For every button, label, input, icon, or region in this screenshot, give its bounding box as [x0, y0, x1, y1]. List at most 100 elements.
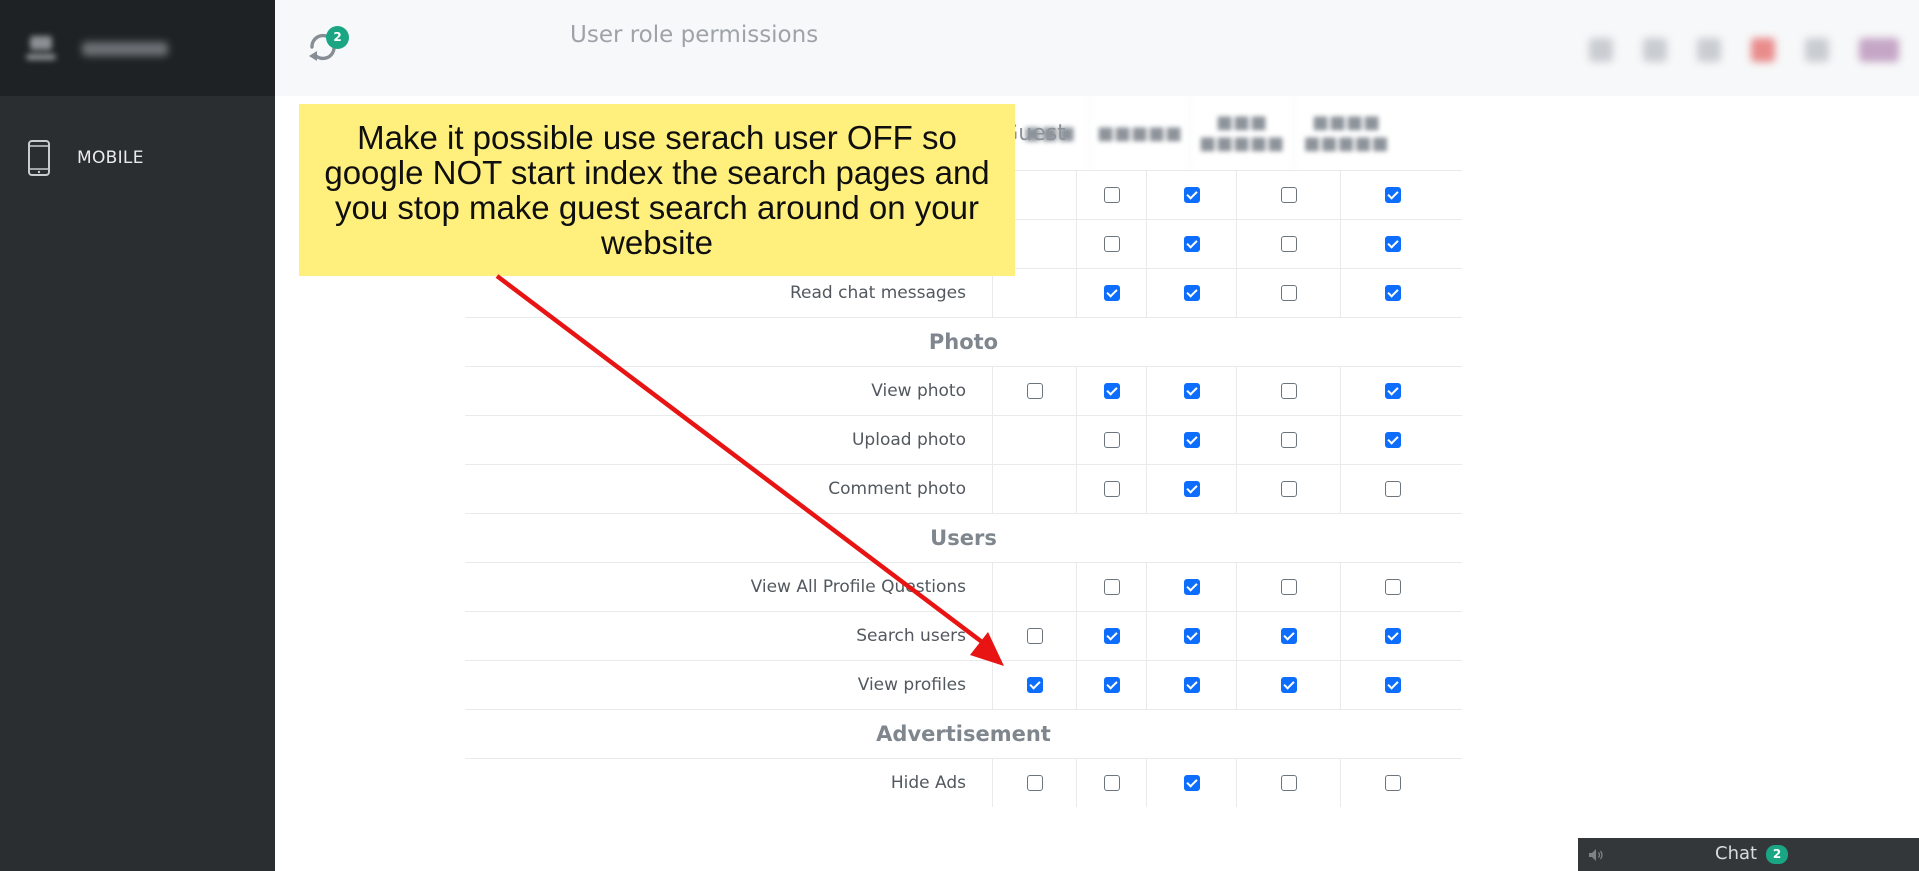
permission-checkbox-checked[interactable] [1384, 285, 1401, 301]
column-headers-blurred: ■■■ ■■■■■ ■■■ ■■■■■ ■■■■ ■■■■■ [1010, 96, 1462, 170]
permission-cell [1076, 220, 1146, 268]
permission-cell [1076, 563, 1146, 611]
permission-checkbox-checked[interactable] [1183, 775, 1200, 791]
permission-checkbox-checked[interactable] [1384, 628, 1401, 644]
brand-logo-icon [24, 36, 58, 62]
top-header: 2 User role permissions [275, 0, 1919, 96]
permission-checkbox-unchecked[interactable] [1103, 579, 1120, 595]
permission-cell [1076, 465, 1146, 513]
sidebar-brand[interactable] [0, 0, 275, 96]
permission-checkbox-checked[interactable] [1183, 285, 1200, 301]
permission-checkbox-unchecked[interactable] [1103, 432, 1120, 448]
permission-checkbox-checked[interactable] [1384, 383, 1401, 399]
chat-bar[interactable]: Chat 2 [1578, 838, 1919, 871]
permission-checkbox-checked[interactable] [1280, 628, 1297, 644]
permission-checkbox-checked[interactable] [1103, 677, 1120, 693]
permission-checkbox-checked[interactable] [1183, 383, 1200, 399]
column-header-blurred: ■■■ [1010, 96, 1090, 170]
permission-checkbox-unchecked[interactable] [1280, 579, 1297, 595]
permission-checkbox-checked[interactable] [1183, 579, 1200, 595]
permission-cell [1076, 416, 1146, 464]
permission-checkbox-checked[interactable] [1183, 432, 1200, 448]
permission-checkbox-checked[interactable] [1384, 187, 1401, 203]
permission-checkbox-unchecked[interactable] [1280, 187, 1297, 203]
permission-checkbox-checked[interactable] [1183, 677, 1200, 693]
header-action-icon[interactable] [1589, 38, 1613, 62]
permission-checkbox-unchecked[interactable] [1384, 775, 1401, 791]
permission-checkbox-checked[interactable] [1183, 481, 1200, 497]
permission-cell [992, 612, 1076, 660]
permission-checkbox-unchecked[interactable] [1280, 236, 1297, 252]
permission-checkbox-unchecked[interactable] [1280, 383, 1297, 399]
table-row: Hide Ads [465, 758, 1462, 807]
permission-checkbox-unchecked[interactable] [1026, 383, 1043, 399]
table-row: Search users [465, 611, 1462, 660]
permission-cell [1340, 759, 1444, 807]
permission-checkbox-checked[interactable] [1384, 432, 1401, 448]
permission-checkbox-checked[interactable] [1384, 677, 1401, 693]
permission-checkbox-unchecked[interactable] [1280, 775, 1297, 791]
permission-label: View profiles [857, 675, 966, 695]
permission-cell [1236, 269, 1340, 317]
header-action-icon[interactable] [1805, 38, 1829, 62]
app-window: MOBILE 2 User role permissions Guest ■■■… [0, 0, 1919, 871]
permission-cell [992, 563, 1076, 611]
permission-checkbox-unchecked[interactable] [1384, 481, 1401, 497]
permission-cell [1076, 759, 1146, 807]
permission-cell [1146, 465, 1236, 513]
language-flag-icon[interactable] [1859, 38, 1899, 62]
permission-checkbox-unchecked[interactable] [1103, 481, 1120, 497]
top-actions-blurred [1589, 36, 1899, 64]
header-action-icon[interactable] [1697, 38, 1721, 62]
permission-cell [1236, 563, 1340, 611]
permission-label: View All Profile Questions [750, 577, 966, 597]
permission-cell [992, 661, 1076, 709]
header-action-icon[interactable] [1643, 38, 1667, 62]
permission-label: Search users [856, 626, 966, 646]
permission-checkbox-checked[interactable] [1183, 628, 1200, 644]
header-action-icon[interactable] [1751, 38, 1775, 62]
permission-checkbox-unchecked[interactable] [1280, 285, 1297, 301]
permission-cell [1076, 661, 1146, 709]
permission-cell [1146, 661, 1236, 709]
permission-checkbox-unchecked[interactable] [1026, 775, 1043, 791]
permission-checkbox-checked[interactable] [1280, 677, 1297, 693]
page-title: User role permissions [570, 22, 819, 48]
permission-cell [1340, 416, 1444, 464]
permission-cell [1236, 612, 1340, 660]
permission-checkbox-checked[interactable] [1103, 285, 1120, 301]
sidebar-item-mobile[interactable]: MOBILE [0, 134, 275, 182]
permission-checkbox-unchecked[interactable] [1280, 432, 1297, 448]
permission-checkbox-unchecked[interactable] [1026, 628, 1043, 644]
permission-cell [1340, 612, 1444, 660]
permission-checkbox-unchecked[interactable] [1103, 236, 1120, 252]
permission-checkbox-unchecked[interactable] [1103, 187, 1120, 203]
permission-checkbox-checked[interactable] [1183, 187, 1200, 203]
permission-checkbox-checked[interactable] [1026, 677, 1043, 693]
speaker-icon[interactable] [1588, 848, 1604, 862]
permission-cell [1146, 269, 1236, 317]
permission-cell [1146, 367, 1236, 415]
chat-unread-badge: 2 [1766, 845, 1788, 864]
permission-cell [1076, 367, 1146, 415]
permission-cell [1146, 612, 1236, 660]
permission-cell [1236, 220, 1340, 268]
permission-cell [1340, 465, 1444, 513]
permission-cell [1340, 563, 1444, 611]
permission-cell [992, 367, 1076, 415]
permission-checkbox-checked[interactable] [1103, 383, 1120, 399]
permission-checkbox-unchecked[interactable] [1103, 775, 1120, 791]
section-header: Users [465, 513, 1462, 562]
permission-checkbox-unchecked[interactable] [1280, 481, 1297, 497]
permission-checkbox-unchecked[interactable] [1384, 579, 1401, 595]
annotation-callout: Make it possible use serach user OFF so … [299, 104, 1015, 276]
permission-cell [1340, 171, 1444, 219]
column-header-blurred: ■■■■■ [1090, 96, 1190, 170]
permission-checkbox-checked[interactable] [1183, 236, 1200, 252]
permission-checkbox-checked[interactable] [1384, 236, 1401, 252]
permission-cell [1236, 759, 1340, 807]
permission-cell [1076, 269, 1146, 317]
table-row: Comment photo [465, 464, 1462, 513]
permission-checkbox-checked[interactable] [1103, 628, 1120, 644]
permission-cell [992, 416, 1076, 464]
